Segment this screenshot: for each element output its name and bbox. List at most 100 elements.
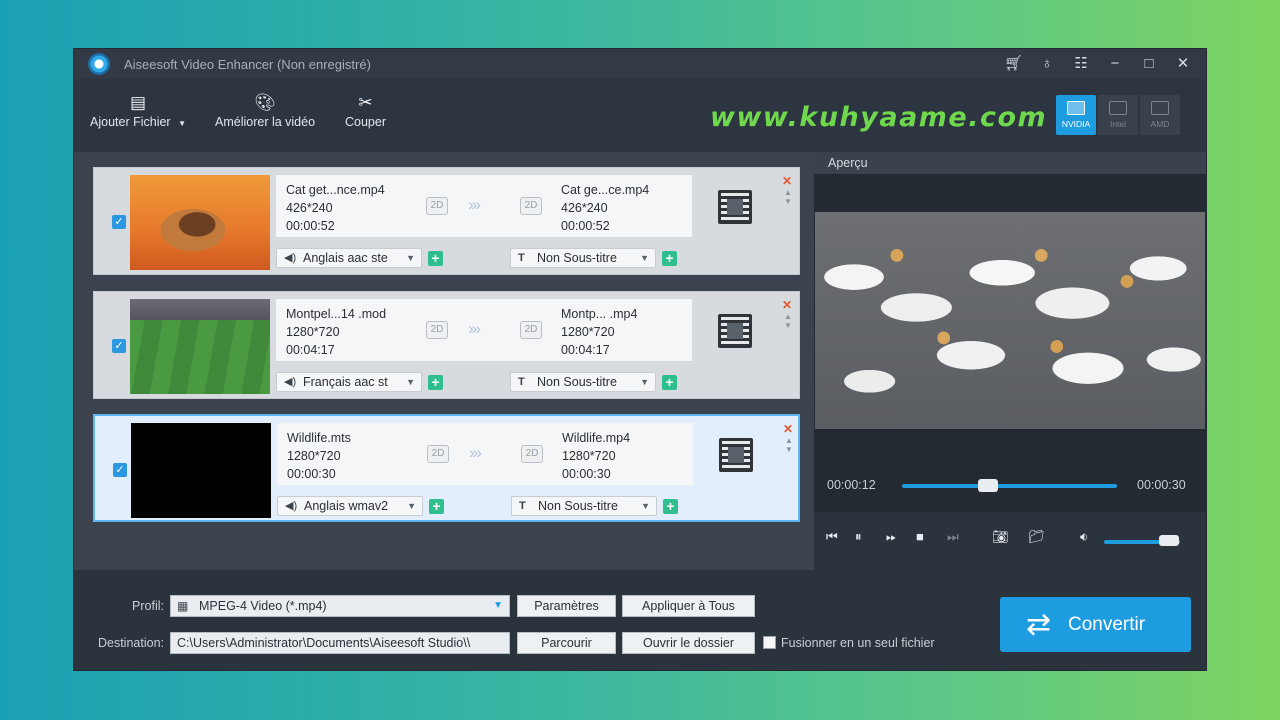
total-time: 00:00:30 — [1137, 478, 1186, 492]
merge-checkbox[interactable] — [763, 636, 776, 649]
next-icon[interactable]: ⏭︎ — [947, 529, 959, 545]
audio-track-dropdown[interactable]: ◀) Anglais aac ste ▼ — [276, 248, 422, 268]
film-edit-icon[interactable] — [718, 190, 752, 224]
gpu-nvidia-label: NVIDIA — [1061, 119, 1091, 129]
file-item[interactable]: ✓ Montpel...14 .mod 1280*720 00:04:17 2D… — [93, 291, 800, 399]
preview-video[interactable] — [815, 212, 1205, 429]
move-arrows-icon[interactable]: ▲ ▼ — [784, 188, 792, 206]
watermark-text: www.kuhyaame.com — [710, 102, 1048, 133]
subtitle-dropdown[interactable]: T Non Sous-titre ▼ — [511, 496, 657, 516]
audio-track-value: Français aac st — [303, 375, 388, 389]
video-thumbnail[interactable] — [130, 299, 270, 394]
profile-select[interactable]: ▦ MPEG-4 Video (*.mp4) ▼ — [170, 595, 510, 617]
profile-value: MPEG-4 Video (*.mp4) — [199, 599, 327, 613]
convert-arrows-icon: ››› — [468, 195, 481, 214]
output-name: Cat ge...ce.mp4 — [561, 183, 650, 197]
file-checkbox[interactable]: ✓ — [113, 463, 127, 477]
subtitle-dropdown[interactable]: T Non Sous-titre ▼ — [510, 248, 656, 268]
title-bar: Aiseesoft Video Enhancer (Non enregistré… — [74, 49, 1206, 79]
add-file-button[interactable]: ▤ Ajouter Fichier ▼ — [90, 93, 186, 129]
cut-label: Couper — [345, 115, 386, 129]
browse-button[interactable]: Parcourir — [517, 632, 616, 654]
film-edit-icon[interactable] — [719, 438, 753, 472]
chevron-down-icon[interactable]: ▼ — [178, 119, 186, 128]
preview-panel: Aperçu 00:00:12 00:00:30 ⏮︎ ⏸︎ ⏩︎ ■ ⏭︎ 📷… — [814, 152, 1206, 570]
video-thumbnail[interactable] — [130, 175, 270, 270]
source-duration: 00:04:17 — [286, 343, 335, 357]
text-icon: T — [518, 376, 525, 388]
cut-button[interactable]: ✂ Couper — [345, 93, 386, 129]
destination-input[interactable]: C:\Users\Administrator\Documents\Aiseeso… — [170, 632, 510, 654]
minimize-icon[interactable]: − — [1106, 55, 1124, 73]
text-icon: T — [518, 252, 525, 264]
add-subtitle-button[interactable]: + — [662, 251, 677, 266]
convert-arrows-icon: ››› — [468, 319, 481, 338]
volume-handle[interactable] — [1158, 535, 1179, 546]
folder-icon[interactable]: 📁︎ — [1028, 529, 1045, 545]
speaker-icon: ◀) — [284, 252, 297, 264]
convert-label: Convertir — [1068, 614, 1146, 635]
chip-icon — [1109, 101, 1127, 115]
video-thumbnail[interactable] — [131, 423, 271, 518]
file-list: ✓ Cat get...nce.mp4 426*240 00:00:52 2D … — [74, 152, 814, 570]
add-audio-button[interactable]: + — [428, 251, 443, 266]
add-subtitle-button[interactable]: + — [662, 375, 677, 390]
text-icon: T — [519, 500, 526, 512]
output-2d-badge: 2D — [521, 445, 543, 463]
file-info: Cat get...nce.mp4 426*240 00:00:52 2D ››… — [276, 175, 692, 237]
subtitle-dropdown[interactable]: T Non Sous-titre ▼ — [510, 372, 656, 392]
delete-icon[interactable]: ✕ — [783, 422, 793, 436]
settings-button[interactable]: Paramètres — [517, 595, 616, 617]
pin-icon[interactable]: ♁ — [1038, 55, 1056, 73]
cart-icon[interactable]: 🛒︎ — [1004, 55, 1023, 73]
stop-icon[interactable]: ■ — [916, 529, 924, 544]
chevron-down-icon: ▼ — [641, 501, 650, 511]
output-resolution: 426*240 — [561, 201, 608, 215]
gpu-intel-button[interactable]: Intel — [1098, 95, 1138, 135]
output-resolution: 1280*720 — [562, 449, 616, 463]
film-edit-icon[interactable] — [718, 314, 752, 348]
add-audio-button[interactable]: + — [429, 499, 444, 514]
open-folder-button[interactable]: Ouvrir le dossier — [622, 632, 755, 654]
file-item[interactable]: ✓ Wildlife.mts 1280*720 00:00:30 2D ››› … — [93, 414, 800, 522]
profile-label: Profil: — [132, 599, 164, 613]
close-icon[interactable]: ✕ — [1174, 55, 1192, 73]
pause-icon[interactable]: ⏸︎ — [855, 529, 862, 545]
chevron-down-icon: ▼ — [406, 253, 415, 263]
file-item[interactable]: ✓ Cat get...nce.mp4 426*240 00:00:52 2D … — [93, 167, 800, 275]
source-duration: 00:00:30 — [287, 467, 336, 481]
apply-all-button[interactable]: Appliquer à Tous — [622, 595, 755, 617]
audio-track-dropdown[interactable]: ◀) Français aac st ▼ — [276, 372, 422, 392]
gpu-intel-label: Intel — [1109, 119, 1127, 129]
chevron-down-icon: ▼ — [640, 253, 649, 263]
source-2d-badge: 2D — [427, 445, 449, 463]
file-info: Montpel...14 .mod 1280*720 00:04:17 2D ›… — [276, 299, 692, 361]
enhance-video-button[interactable]: 🎨︎ Améliorer la vidéo — [215, 93, 315, 129]
source-name: Cat get...nce.mp4 — [286, 183, 385, 197]
progress-bar[interactable] — [902, 484, 1117, 488]
fast-forward-icon[interactable]: ⏩︎ — [886, 529, 896, 545]
audio-track-dropdown[interactable]: ◀) Anglais wmav2 ▼ — [277, 496, 423, 516]
feedback-icon[interactable]: ☷ — [1072, 55, 1090, 73]
chevron-down-icon: ▼ — [406, 377, 415, 387]
volume-icon[interactable]: 🔉︎ — [1080, 529, 1088, 545]
chip-icon — [1151, 101, 1169, 115]
convert-button[interactable]: ⇄ Convertir — [1000, 597, 1191, 652]
move-arrows-icon[interactable]: ▲ ▼ — [784, 312, 792, 330]
gpu-amd-button[interactable]: AMD — [1140, 95, 1180, 135]
gpu-nvidia-button[interactable]: NVIDIA — [1056, 95, 1096, 135]
add-audio-button[interactable]: + — [428, 375, 443, 390]
progress-handle[interactable] — [978, 479, 998, 492]
chevron-down-icon: ▼ — [493, 600, 503, 611]
add-subtitle-button[interactable]: + — [663, 499, 678, 514]
delete-icon[interactable]: ✕ — [782, 174, 792, 188]
delete-icon[interactable]: ✕ — [782, 298, 792, 312]
file-checkbox[interactable]: ✓ — [112, 339, 126, 353]
maximize-icon[interactable]: □ — [1140, 55, 1158, 73]
chip-icon — [1067, 101, 1085, 115]
move-arrows-icon[interactable]: ▲ ▼ — [785, 436, 793, 454]
previous-icon[interactable]: ⏮︎ — [826, 529, 838, 545]
file-checkbox[interactable]: ✓ — [112, 215, 126, 229]
output-duration: 00:00:30 — [562, 467, 611, 481]
camera-icon[interactable]: 📷︎ — [992, 529, 1009, 545]
